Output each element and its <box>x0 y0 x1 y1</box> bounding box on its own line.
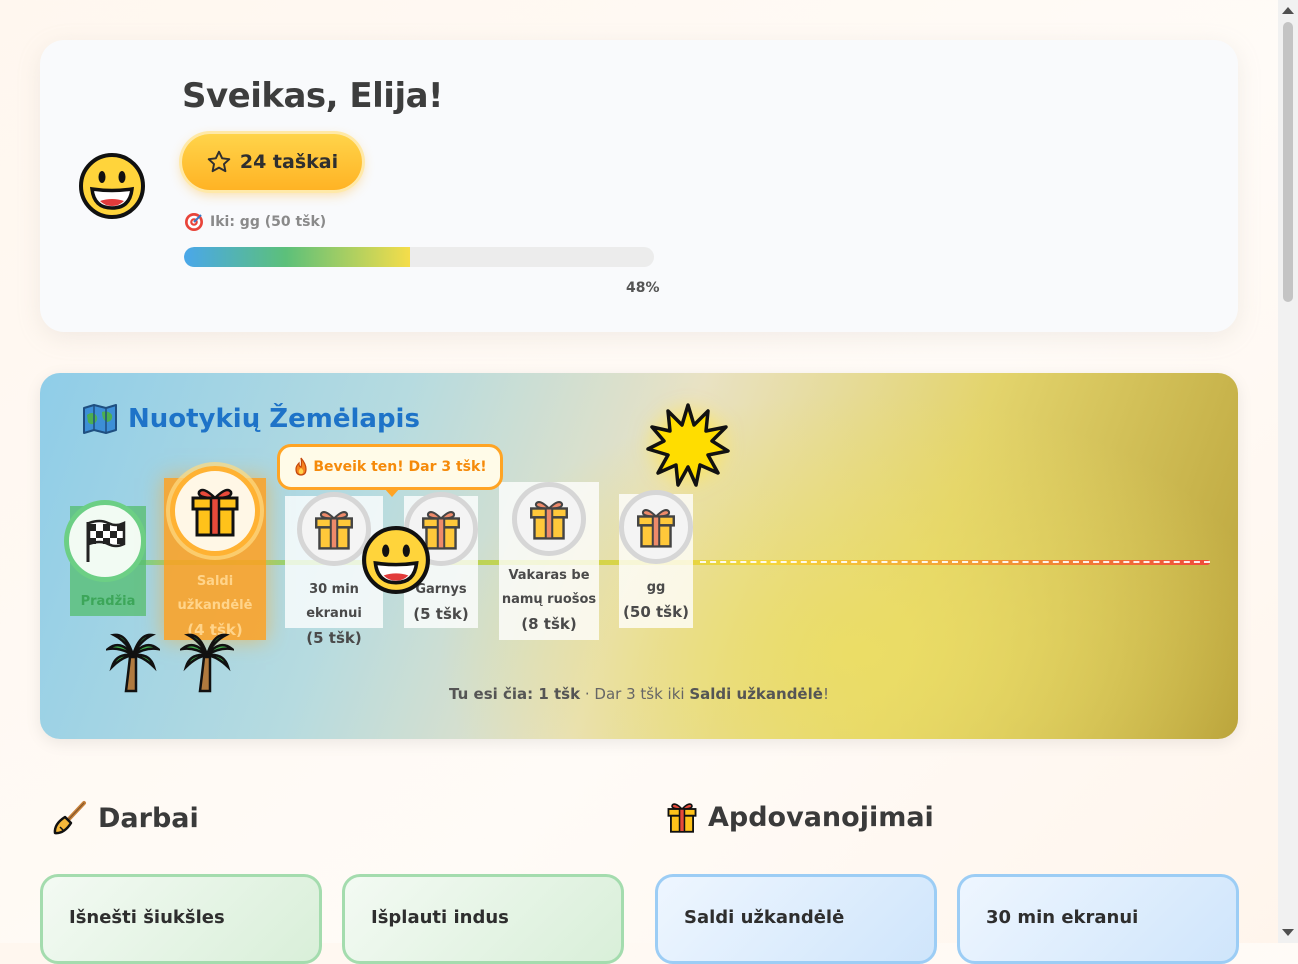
points-badge: 24 taškai <box>182 134 362 190</box>
smiley-avatar-icon <box>79 153 145 219</box>
goal-progress-fill <box>184 247 410 267</box>
chore-title: Išplauti indus <box>371 907 509 928</box>
map-node-circle <box>170 466 260 556</box>
reward-title: Saldi užkandėlė <box>684 907 845 928</box>
next-reward-name: Saldi užkandėlė <box>689 685 823 703</box>
map-node-label: gg (50 tšk) <box>623 580 689 621</box>
sun-icon <box>646 403 730 487</box>
map-node-label: Vakaras be namų ruošos (8 tšk) <box>501 568 597 633</box>
map-node-start: Pradžia <box>64 500 146 616</box>
map-title: Nuotykių Žemėlapis <box>82 403 420 435</box>
map-node-reward-gg[interactable]: gg (50 tšk) <box>619 490 693 628</box>
reward-card[interactable]: 30 min ekranui <box>957 874 1239 964</box>
chore-title: Išnešti šiukšles <box>69 907 225 928</box>
chores-title-text: Darbai <box>98 802 199 834</box>
reward-card[interactable]: Saldi užkandėlė <box>655 874 937 964</box>
chore-card[interactable]: Išnešti šiukšles <box>40 874 322 964</box>
palm-tree-icon <box>106 633 160 693</box>
chore-card[interactable]: Išplauti indus <box>342 874 624 964</box>
map-status-line: Tu esi čia: 1 tšk · Dar 3 tšk iki Saldi … <box>449 685 829 703</box>
current-position-avatar-icon <box>362 526 430 594</box>
goal-progress-percent: 48% <box>626 280 660 296</box>
page-scrollbar[interactable] <box>1278 0 1298 943</box>
broom-icon <box>53 801 86 835</box>
map-node-circle <box>619 490 693 564</box>
map-icon <box>83 404 117 434</box>
gift-icon <box>637 509 675 548</box>
gift-icon <box>191 488 239 537</box>
rewards-title-text: Apdovanojimai <box>708 801 934 833</box>
map-node-circle <box>297 492 371 566</box>
palm-tree-icon <box>180 633 234 693</box>
map-title-text: Nuotykių Žemėlapis <box>128 404 420 434</box>
gift-icon <box>530 501 568 540</box>
scroll-up-arrow-icon[interactable] <box>1282 7 1294 14</box>
chores-section-title: Darbai <box>52 800 199 836</box>
scroll-down-arrow-icon[interactable] <box>1282 929 1294 936</box>
target-icon <box>185 213 203 231</box>
adventure-map: Nuotykių Žemėlapis Pradžia Saldi užkandė… <box>40 373 1238 739</box>
star-icon <box>207 150 231 173</box>
profile-card: Sveikas, Elija! 24 taškai Iki: gg (50 tš… <box>40 40 1238 332</box>
gift-icon <box>315 511 353 550</box>
map-node-label: Pradžia <box>80 594 136 609</box>
map-node-circle <box>64 500 146 582</box>
map-path-dashes <box>700 561 1210 563</box>
tooltip-text: Beveik ten! Dar 3 tšk! <box>313 459 487 475</box>
rewards-section-title: Apdovanojimai <box>666 800 934 834</box>
points-label: 24 taškai <box>239 151 339 173</box>
greeting-title: Sveikas, Elija! <box>182 76 444 116</box>
gift-icon <box>667 803 697 833</box>
fire-icon <box>295 457 307 476</box>
map-node-reward-saldi[interactable]: Saldi užkandėlė (4 tšk) <box>164 466 266 640</box>
goal-line: Iki: gg (50 tšk) <box>184 212 326 232</box>
progress-tooltip: Beveik ten! Dar 3 tšk! <box>277 444 503 497</box>
goal-text: Iki: gg (50 tšk) <box>210 214 327 230</box>
current-points-text: Tu esi čia: 1 tšk <box>449 685 581 703</box>
map-node-reward-vakaras[interactable]: Vakaras be namų ruošos (8 tšk) <box>499 482 599 640</box>
map-node-circle <box>512 482 586 556</box>
reward-title: 30 min ekranui <box>986 907 1139 928</box>
checkered-flag-icon <box>86 519 126 562</box>
scroll-thumb[interactable] <box>1283 22 1293 302</box>
goal-progress-bar <box>184 247 654 267</box>
